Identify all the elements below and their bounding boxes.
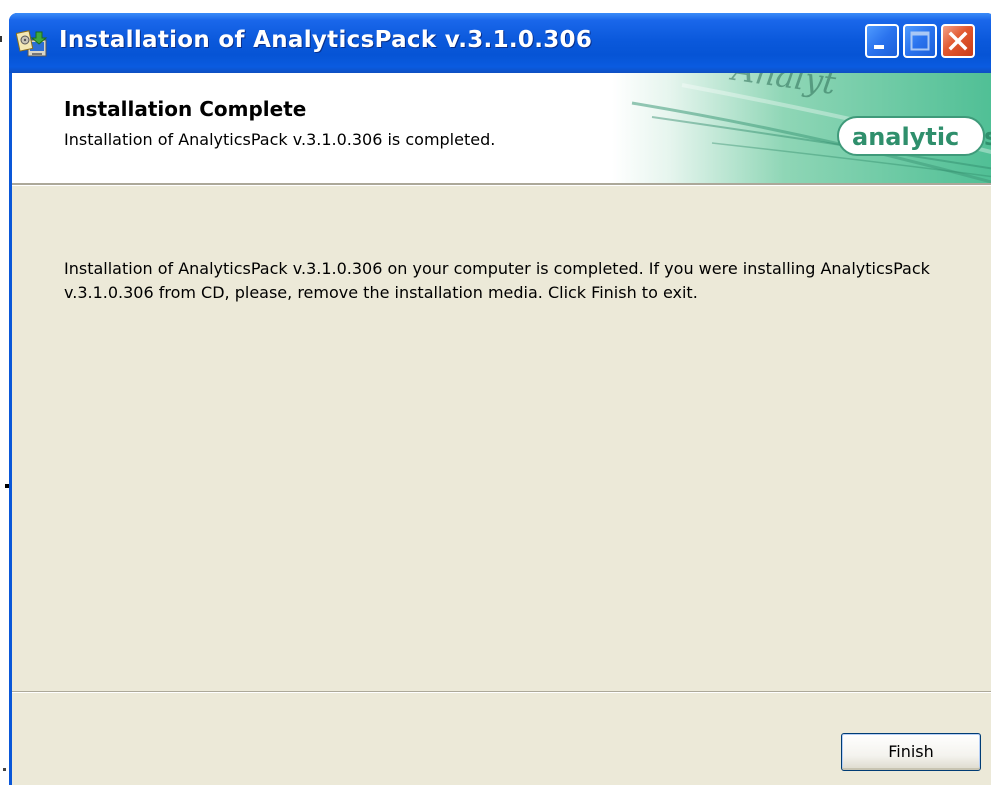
finish-button[interactable]: Finish <box>841 733 981 771</box>
banner-logo-text: analytic <box>852 123 959 151</box>
installer-window: Installation of AnalyticsPack v.3.1.0.30… <box>9 13 991 785</box>
product-banner-graphic: Analyt analytic s <box>612 73 991 183</box>
close-button[interactable] <box>941 24 975 58</box>
maximize-button[interactable] <box>903 24 937 58</box>
title-bar[interactable]: Installation of AnalyticsPack v.3.1.0.30… <box>9 13 991 73</box>
footer-divider <box>12 691 991 693</box>
close-icon <box>948 31 968 51</box>
screen: Installation of AnalyticsPack v.3.1.0.30… <box>0 0 991 785</box>
maximize-icon <box>910 31 930 51</box>
header-divider <box>12 183 991 186</box>
minimize-icon <box>874 45 884 49</box>
edge-mark <box>0 36 6 42</box>
edge-mark <box>3 768 6 771</box>
minimize-button[interactable] <box>865 24 899 58</box>
header-title: Installation Complete <box>64 97 307 121</box>
installer-icon <box>15 26 50 60</box>
svg-text:s: s <box>984 123 991 151</box>
completion-message: Installation of AnalyticsPack v.3.1.0.30… <box>64 259 930 302</box>
cropped-background-text <box>0 0 991 12</box>
header-banner-area: Installation Complete Installation of An… <box>12 73 991 183</box>
header-subtitle: Installation of AnalyticsPack v.3.1.0.30… <box>64 130 496 149</box>
window-title: Installation of AnalyticsPack v.3.1.0.30… <box>59 27 593 53</box>
dialog-client-area: Installation Complete Installation of An… <box>12 73 991 785</box>
